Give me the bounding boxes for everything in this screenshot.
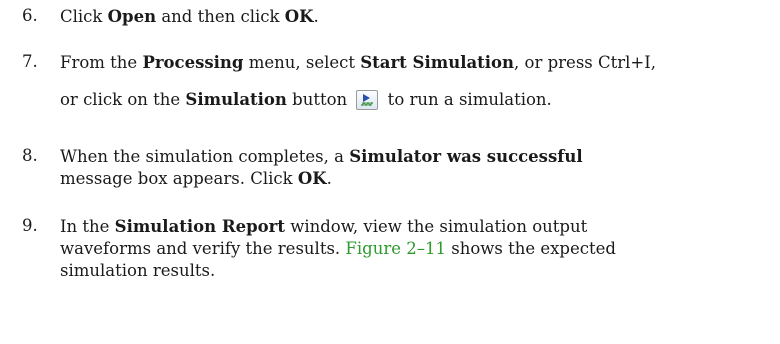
instruction-page: 6. Click Open and then click OK. 7. From…	[0, 0, 780, 344]
open-label: Open	[107, 7, 157, 26]
processing-menu-label: Processing	[142, 53, 244, 72]
simulation-button-label: Simulation	[185, 90, 287, 109]
simulation-report-label: Simulation Report	[114, 217, 285, 236]
ok-label: OK	[284, 7, 314, 26]
step-text: Click Open and then click OK.	[60, 7, 319, 26]
simulator-successful-label: Simulator was successful	[349, 147, 583, 166]
ok-label: OK	[297, 169, 327, 188]
step-number: 6.	[22, 6, 38, 25]
step-text: From the Processing menu, select Start S…	[60, 53, 657, 110]
figure-link[interactable]: Figure 2–11	[345, 239, 446, 258]
step-number: 8.	[22, 146, 38, 165]
step-number: 9.	[22, 216, 38, 235]
simulation-run-icon	[356, 90, 379, 110]
step-text: When the simulation completes, a Simulat…	[60, 147, 583, 188]
step-text: In the Simulation Report window, view th…	[60, 217, 616, 280]
start-simulation-label: Start Simulation	[360, 53, 515, 72]
step-number: 7.	[22, 52, 38, 71]
